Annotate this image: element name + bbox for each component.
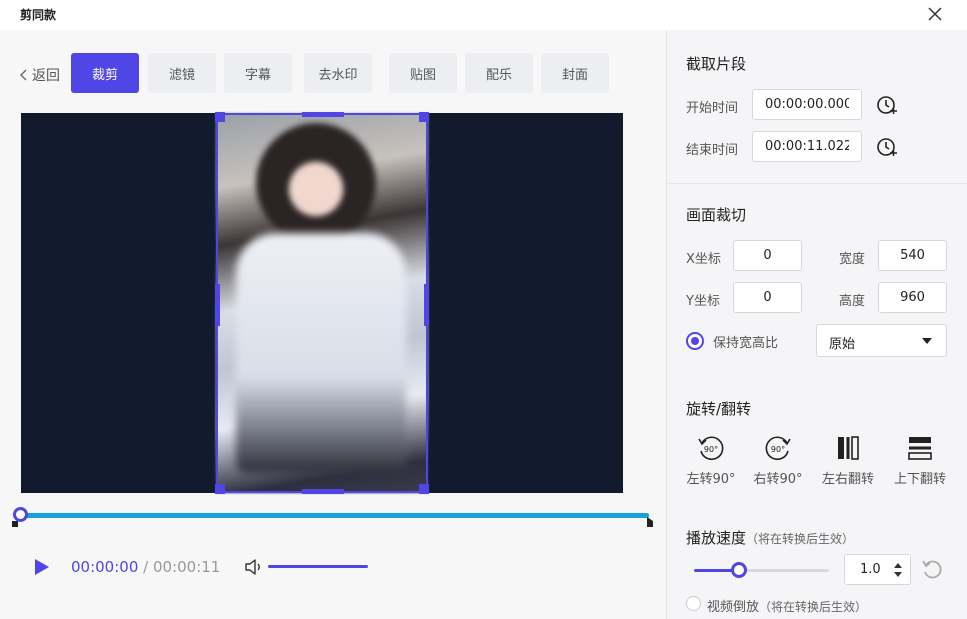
y-coord-input[interactable] (733, 282, 802, 313)
tab-subtitle[interactable]: 字幕 (224, 53, 292, 93)
tab-music[interactable]: 配乐 (465, 53, 533, 93)
reverse-video: 视频倒放（将在转换后生效） (707, 596, 867, 615)
set-end-time-icon[interactable] (876, 136, 898, 158)
start-time-label: 开始时间 (686, 101, 739, 116)
reverse-video-note: （将在转换后生效） (759, 600, 868, 614)
time-display: 00:00:00 / 00:00:11 (71, 558, 220, 576)
speed-stepper[interactable]: 1.0 (844, 554, 911, 585)
start-time-input[interactable] (752, 89, 862, 120)
speed-slider[interactable] (694, 562, 829, 578)
flip-vertical-label: 上下翻转 (893, 472, 946, 487)
width-input[interactable] (878, 240, 947, 271)
rotate-left-label: 左转90° (686, 472, 736, 487)
reset-speed-icon[interactable] (920, 557, 944, 581)
rotate-right-label: 右转90° (753, 472, 803, 487)
flip-vertical-button[interactable]: 上下翻转 (885, 434, 955, 494)
volume-icon[interactable] (244, 558, 264, 576)
timeline-end-marker[interactable] (647, 517, 653, 527)
crop-selection-box[interactable] (215, 112, 429, 494)
flip-horizontal-icon (838, 436, 859, 460)
current-time: 00:00:00 (71, 558, 139, 576)
editor-panel: 返回 裁剪 滤镜 字幕 去水印 贴图 配乐 封面 00:00:00 / 00:0… (0, 30, 666, 619)
tab-cover[interactable]: 封面 (541, 53, 609, 93)
tab-sticker[interactable]: 贴图 (389, 53, 457, 93)
volume-slider[interactable] (268, 565, 368, 568)
stepper-up-icon[interactable] (894, 563, 902, 568)
caret-down-icon (922, 338, 932, 344)
tab-filter[interactable]: 滤镜 (148, 53, 216, 93)
flip-horizontal-label: 左右翻转 (821, 472, 874, 487)
total-time: 00:00:11 (152, 558, 221, 576)
rotate-left-button[interactable]: 90° 左转90° (676, 434, 746, 494)
rotate-left-icon: 90° (698, 436, 724, 460)
rotate-section-title: 旋转/翻转 (686, 400, 752, 418)
speed-note: （将在转换后生效） (746, 532, 855, 546)
crop-handle-left[interactable] (215, 284, 220, 326)
timeline-playhead[interactable] (13, 507, 28, 522)
rotate-left-badge: 90° (704, 445, 718, 454)
crop-handle-bottom[interactable] (302, 489, 344, 494)
x-coord-label: X坐标 (686, 252, 721, 267)
ratio-select[interactable]: 原始 (816, 324, 947, 357)
crop-handle-right[interactable] (424, 284, 429, 326)
height-input[interactable] (878, 282, 947, 313)
title-bar: 剪同款 (0, 0, 967, 30)
end-time-input[interactable] (752, 131, 862, 162)
chevron-left-icon (20, 69, 27, 81)
timeline-scrubber[interactable] (12, 507, 653, 527)
time-separator: / (138, 558, 153, 576)
tab-crop[interactable]: 裁剪 (71, 53, 139, 93)
timeline-start-marker[interactable] (12, 521, 18, 527)
settings-panel: 截取片段 开始时间 结束时间 画面裁切 X坐标 宽度 Y坐标 高度 保持宽高比 … (666, 30, 967, 619)
crop-handle-bottom-right[interactable] (419, 484, 429, 494)
back-label: 返回 (32, 68, 60, 84)
speed-section: 播放速度（将在转换后生效） (686, 527, 854, 548)
play-icon[interactable] (33, 557, 51, 577)
keep-ratio-label: 保持宽高比 (713, 336, 779, 351)
rotate-right-badge: 90° (771, 445, 785, 454)
reverse-video-radio[interactable] (686, 596, 701, 611)
width-label: 宽度 (839, 252, 866, 267)
window-title: 剪同款 (20, 8, 57, 22)
tab-remove-watermark[interactable]: 去水印 (304, 53, 372, 93)
divider (667, 183, 967, 184)
crop-section-title: 画面裁切 (686, 206, 747, 224)
set-start-time-icon[interactable] (876, 94, 898, 116)
end-time-label: 结束时间 (686, 143, 739, 158)
flip-horizontal-button[interactable]: 左右翻转 (813, 434, 883, 494)
crop-handle-bottom-left[interactable] (215, 484, 225, 494)
rotate-right-button[interactable]: 90° 右转90° (743, 434, 813, 494)
close-icon[interactable] (925, 4, 945, 24)
stepper-down-icon[interactable] (894, 572, 902, 577)
keep-ratio-radio[interactable] (686, 332, 704, 350)
reverse-video-label: 视频倒放 (707, 600, 760, 615)
timeline-track[interactable] (19, 513, 649, 518)
speed-slider-handle[interactable] (731, 562, 747, 578)
y-coord-label: Y坐标 (686, 294, 720, 309)
crop-handle-top-left[interactable] (215, 112, 225, 122)
speed-value: 1.0 (860, 562, 881, 577)
video-preview (21, 112, 623, 494)
ratio-select-value: 原始 (829, 337, 856, 352)
rotate-right-icon: 90° (765, 436, 791, 460)
flip-vertical-icon (908, 437, 932, 460)
x-coord-input[interactable] (733, 240, 802, 271)
clip-section-title: 截取片段 (686, 55, 747, 73)
crop-handle-top-right[interactable] (419, 112, 429, 122)
height-label: 高度 (839, 294, 866, 309)
speed-section-title: 播放速度 (686, 529, 747, 547)
crop-handle-top[interactable] (302, 112, 344, 117)
back-button[interactable]: 返回 (20, 65, 60, 85)
